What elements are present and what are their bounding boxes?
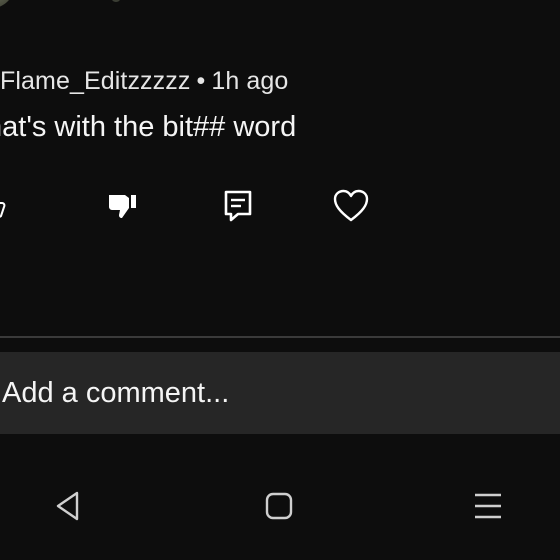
comment-author[interactable]: Flame_Editzzzzz: [0, 67, 190, 95]
back-triangle-icon: [56, 491, 79, 521]
nav-home-button[interactable]: [259, 486, 299, 526]
comment-meta: Flame_Editzzzzz • 1h ago: [0, 67, 288, 96]
reply-button[interactable]: [216, 186, 260, 226]
home-square-icon: [265, 492, 293, 520]
heart-button[interactable]: [328, 186, 374, 226]
comment-input[interactable]: [2, 376, 542, 410]
thumbs-down-filled-icon: [109, 195, 136, 218]
nav-back-button[interactable]: [48, 486, 88, 526]
system-navigation-bar: [0, 468, 560, 540]
comment-composer[interactable]: [0, 352, 560, 434]
menu-lines-icon: [475, 493, 501, 519]
like-button[interactable]: [0, 186, 12, 226]
reply-comment-icon: [224, 190, 252, 222]
divider: [0, 336, 560, 338]
comment-text: hat's with the bit## word: [0, 111, 297, 143]
nav-menu-button[interactable]: [468, 486, 508, 526]
avatar[interactable]: [0, 0, 14, 8]
comment-actions: [0, 186, 560, 226]
dislike-button[interactable]: [100, 186, 144, 226]
meta-separator: •: [196, 67, 206, 95]
heart-outline-icon: [333, 189, 369, 222]
thumbs-up-icon: [0, 202, 6, 218]
avatar-decoration: [112, 0, 120, 2]
comment-timestamp: 1h ago: [211, 67, 289, 95]
comment-screen: Flame_Editzzzzz • 1h ago hat's with the bi…: [0, 0, 560, 560]
